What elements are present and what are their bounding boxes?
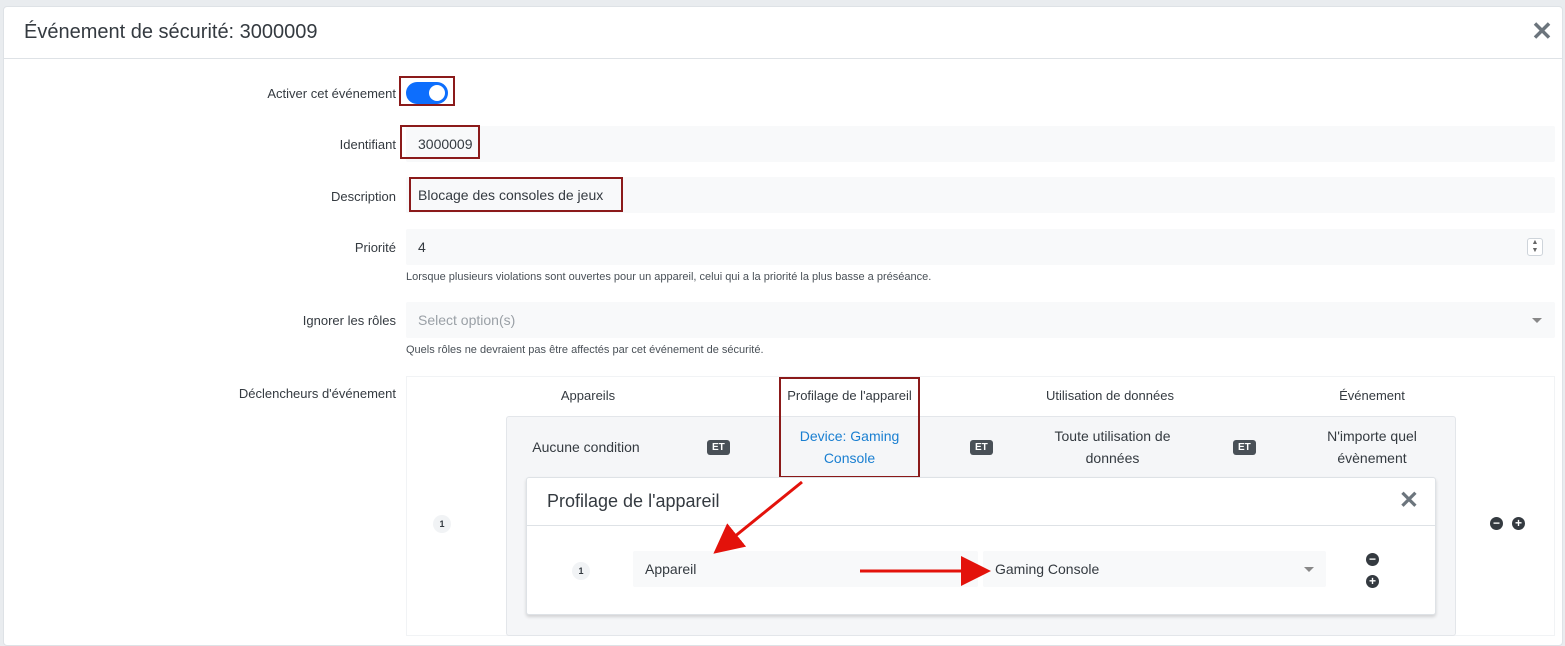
- arrow-to-attribute: [713, 480, 803, 554]
- annotation-arrows: [713, 480, 991, 586]
